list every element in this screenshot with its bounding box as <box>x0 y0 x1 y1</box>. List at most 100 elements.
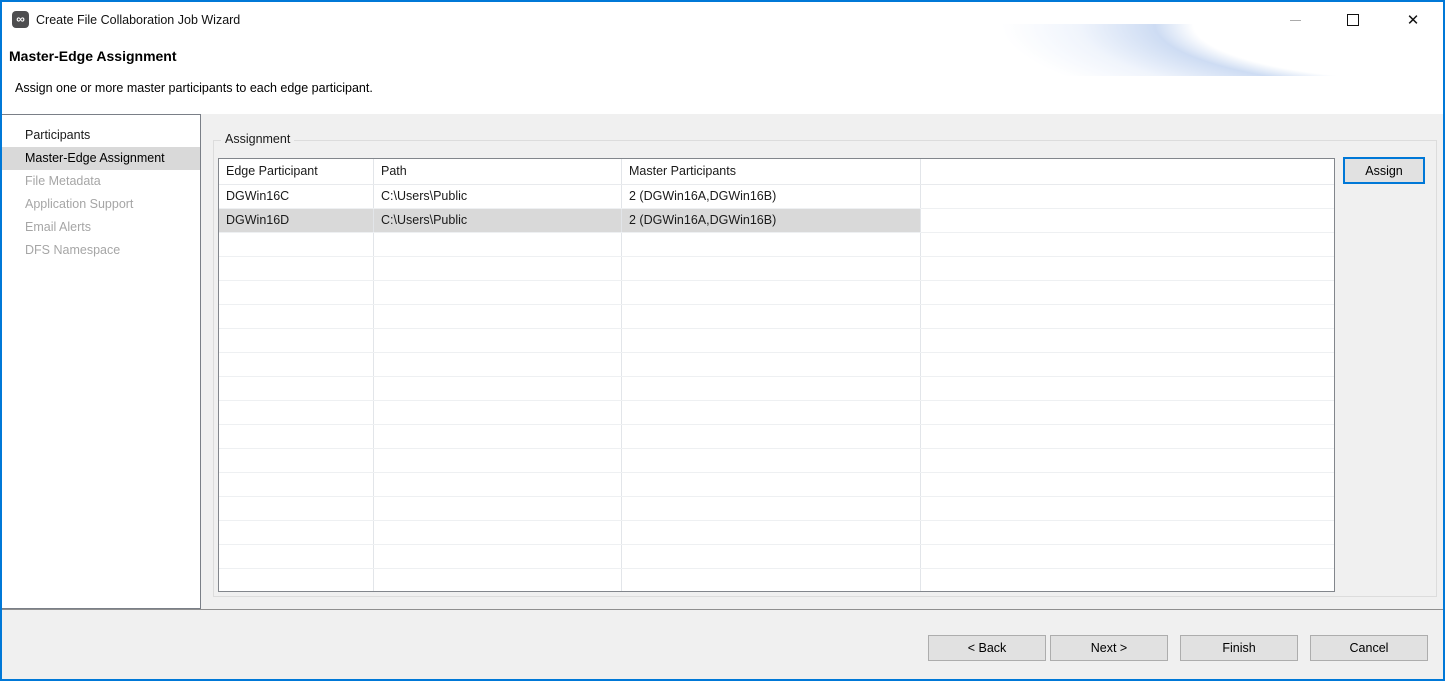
table-cell <box>219 353 374 376</box>
table-cell <box>921 329 1334 352</box>
table-cell <box>921 521 1334 544</box>
table-cell <box>921 425 1334 448</box>
minimize-button <box>1278 5 1312 35</box>
table-cell <box>219 497 374 520</box>
table-cell: 2 (DGWin16A,DGWin16B) <box>622 209 921 232</box>
table-cell <box>921 281 1334 304</box>
assignment-table[interactable]: Edge ParticipantPathMaster Participants … <box>218 158 1335 592</box>
table-cell <box>374 569 622 592</box>
table-cell <box>622 281 921 304</box>
page-title: Master-Edge Assignment <box>9 48 177 64</box>
footer-bar: < Back Next > Finish Cancel <box>2 609 1443 680</box>
assignment-table-header: Edge ParticipantPathMaster Participants <box>219 159 1334 185</box>
table-cell <box>219 569 374 592</box>
table-cell <box>622 401 921 424</box>
table-cell <box>219 305 374 328</box>
sidebar-nav: ParticipantsMaster-Edge AssignmentFile M… <box>2 114 201 609</box>
sidebar-item-participants[interactable]: Participants <box>2 124 200 147</box>
table-cell <box>374 521 622 544</box>
table-cell <box>622 353 921 376</box>
next-button[interactable]: Next > <box>1050 635 1168 661</box>
table-cell <box>374 281 622 304</box>
table-cell <box>921 209 1334 232</box>
table-cell <box>921 569 1334 592</box>
page-description: Assign one or more master participants t… <box>15 81 373 95</box>
sidebar-item-application-support: Application Support <box>2 193 200 216</box>
table-cell <box>374 329 622 352</box>
table-row-empty[interactable] <box>219 257 1334 281</box>
table-cell <box>622 569 921 592</box>
column-header-path[interactable]: Path <box>374 159 622 184</box>
table-cell <box>219 521 374 544</box>
table-cell <box>622 449 921 472</box>
column-header-edge-participant[interactable]: Edge Participant <box>219 159 374 184</box>
table-cell <box>219 329 374 352</box>
table-row-empty[interactable] <box>219 353 1334 377</box>
maximize-button[interactable] <box>1336 5 1370 35</box>
table-row-empty[interactable] <box>219 569 1334 592</box>
close-button[interactable]: ✕ <box>1396 5 1430 35</box>
table-cell <box>219 281 374 304</box>
maximize-icon <box>1347 14 1359 26</box>
table-row-empty[interactable] <box>219 425 1334 449</box>
table-cell <box>219 377 374 400</box>
table-cell <box>374 473 622 496</box>
table-row-empty[interactable] <box>219 281 1334 305</box>
table-cell <box>374 545 622 568</box>
table-cell <box>622 497 921 520</box>
table-cell <box>622 425 921 448</box>
table-cell <box>921 401 1334 424</box>
table-cell <box>921 185 1334 208</box>
table-cell <box>921 497 1334 520</box>
table-row-empty[interactable] <box>219 521 1334 545</box>
table-cell <box>921 377 1334 400</box>
table-cell <box>921 353 1334 376</box>
table-row-empty[interactable] <box>219 497 1334 521</box>
finish-button[interactable]: Finish <box>1180 635 1298 661</box>
content-area: ParticipantsMaster-Edge AssignmentFile M… <box>2 114 1443 609</box>
table-cell <box>921 545 1334 568</box>
assignment-table-body: DGWin16CC:\Users\Public2 (DGWin16A,DGWin… <box>219 185 1334 592</box>
table-cell <box>374 305 622 328</box>
table-row-empty[interactable] <box>219 449 1334 473</box>
table-cell <box>921 473 1334 496</box>
table-cell <box>622 521 921 544</box>
table-row-empty[interactable] <box>219 329 1334 353</box>
table-row-empty[interactable] <box>219 305 1334 329</box>
sidebar-item-master-edge-assignment[interactable]: Master-Edge Assignment <box>2 147 200 170</box>
table-cell <box>622 377 921 400</box>
assign-button[interactable]: Assign <box>1343 157 1425 184</box>
app-logo-icon: ∞ <box>12 11 29 28</box>
table-row-empty[interactable] <box>219 377 1334 401</box>
cancel-button[interactable]: Cancel <box>1310 635 1428 661</box>
back-button[interactable]: < Back <box>928 635 1046 661</box>
table-cell: C:\Users\Public <box>374 209 622 232</box>
table-row-empty[interactable] <box>219 233 1334 257</box>
table-cell <box>374 257 622 280</box>
table-cell <box>622 329 921 352</box>
table-cell <box>622 545 921 568</box>
table-row-empty[interactable] <box>219 401 1334 425</box>
table-cell <box>219 545 374 568</box>
column-header-master-participants[interactable]: Master Participants <box>622 159 921 184</box>
table-cell <box>219 233 374 256</box>
table-cell <box>374 401 622 424</box>
table-row-dgwin16c[interactable]: DGWin16CC:\Users\Public2 (DGWin16A,DGWin… <box>219 185 1334 209</box>
column-header-filler <box>921 159 1334 184</box>
table-cell <box>374 425 622 448</box>
window-title: Create File Collaboration Job Wizard <box>36 2 240 38</box>
title-bar: ∞ Create File Collaboration Job Wizard ✕ <box>2 2 1443 38</box>
table-row-dgwin16d[interactable]: DGWin16DC:\Users\Public2 (DGWin16A,DGWin… <box>219 209 1334 233</box>
table-row-empty[interactable] <box>219 473 1334 497</box>
table-row-empty[interactable] <box>219 545 1334 569</box>
wizard-window: ∞ Create File Collaboration Job Wizard ✕… <box>0 0 1445 681</box>
minimize-icon <box>1290 20 1301 21</box>
assignment-groupbox: Assignment Edge ParticipantPathMaster Pa… <box>213 140 1437 597</box>
table-cell <box>622 473 921 496</box>
sidebar-item-dfs-namespace: DFS Namespace <box>2 239 200 262</box>
table-cell <box>921 449 1334 472</box>
table-cell <box>374 353 622 376</box>
table-cell <box>374 377 622 400</box>
table-cell: DGWin16C <box>219 185 374 208</box>
table-cell: DGWin16D <box>219 209 374 232</box>
